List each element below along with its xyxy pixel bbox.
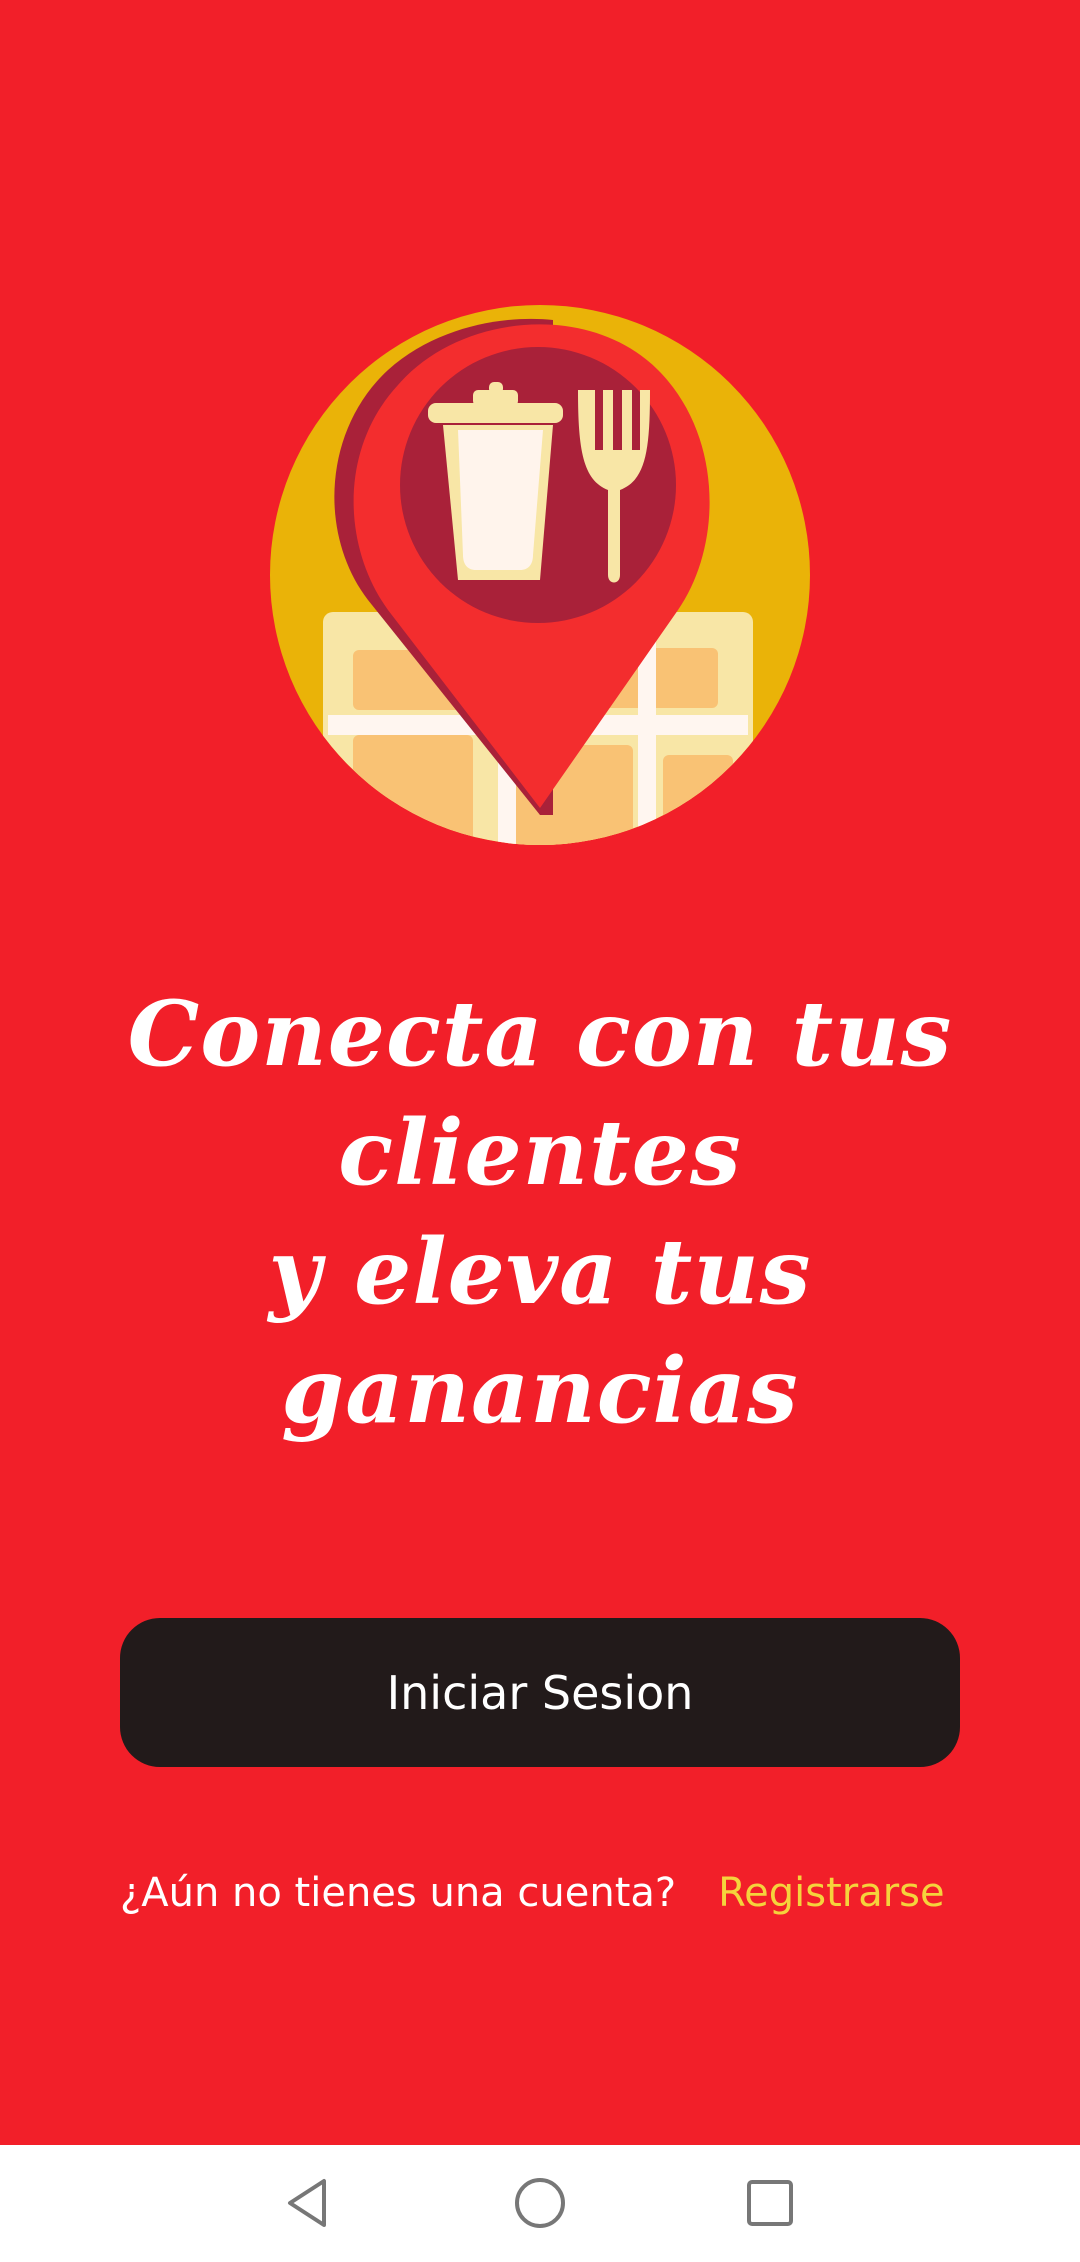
headline: Conecta con tus clientes y eleva tus gan… [60,975,1020,1451]
login-button[interactable]: Iniciar Sesion [120,1618,960,1767]
register-prompt: ¿Aún no tienes una cuenta? [120,1870,677,1916]
register-row: ¿Aún no tienes una cuenta? Registrarse [120,1863,1000,1923]
home-button[interactable] [510,2173,570,2233]
register-link[interactable]: Registrarse [718,1870,944,1916]
headline-line: y eleva tus [268,1219,812,1325]
headline-line: Conecta con tus [127,981,953,1087]
system-nav-bar [0,2145,1080,2262]
home-circle-icon [515,2178,565,2228]
headline-line: clientes [338,1100,742,1206]
back-triangle-icon [288,2179,326,2227]
recents-square-icon [747,2180,793,2226]
hero-illustration [268,290,812,850]
recents-button[interactable] [740,2173,800,2233]
onboarding-screen: Conecta con tus clientes y eleva tus gan… [0,0,1080,2262]
back-button[interactable] [280,2173,340,2233]
headline-line: ganancias [281,1338,799,1444]
